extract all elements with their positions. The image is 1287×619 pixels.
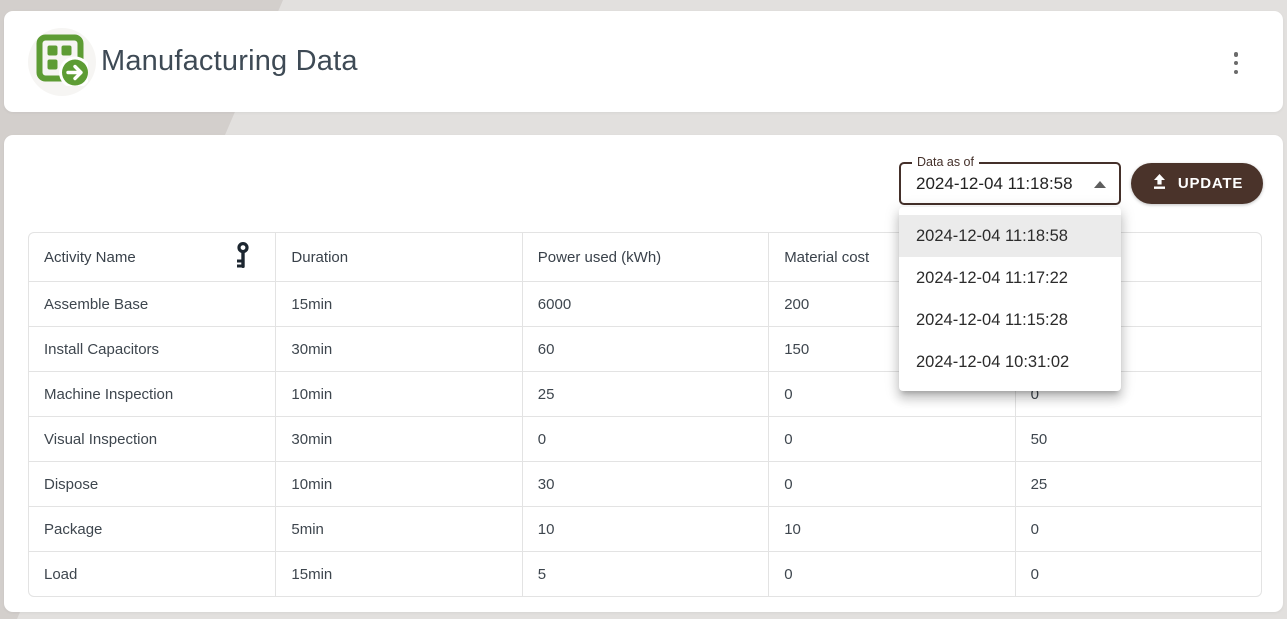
- table-cell: 6000: [522, 281, 768, 326]
- table-cell: 0: [1015, 506, 1261, 551]
- page-title: Manufacturing Data: [101, 11, 358, 112]
- update-button-label: UPDATE: [1178, 175, 1243, 192]
- building-data-arrow-icon: [36, 34, 88, 91]
- timestamp-dropdown: 2024-12-04 11:18:582024-12-04 11:17:2220…: [899, 207, 1121, 391]
- key-icon: [235, 242, 251, 273]
- data-as-of-select[interactable]: Data as of 2024-12-04 11:18:58: [899, 162, 1121, 205]
- column-header-label: Power used (kWh): [538, 249, 661, 266]
- table-cell: 0: [768, 551, 1014, 596]
- column-header-label: Activity Name: [44, 249, 136, 266]
- dropdown-option[interactable]: 2024-12-04 11:17:22: [899, 257, 1121, 299]
- kebab-menu-icon[interactable]: [1226, 52, 1246, 74]
- table-cell: Package: [29, 506, 275, 551]
- dropdown-option[interactable]: 2024-12-04 11:18:58: [899, 215, 1121, 257]
- dropdown-option[interactable]: 2024-12-04 10:31:02: [899, 341, 1121, 383]
- dropdown-option[interactable]: 2024-12-04 11:15:28: [899, 299, 1121, 341]
- table-cell: Visual Inspection: [29, 416, 275, 461]
- header-card: Manufacturing Data: [4, 11, 1283, 112]
- table-cell: 15min: [275, 281, 521, 326]
- table-cell: 5: [522, 551, 768, 596]
- table-cell: 0: [1015, 551, 1261, 596]
- table-cell: Machine Inspection: [29, 371, 275, 416]
- column-header-label: Duration: [291, 249, 348, 266]
- table-cell: Install Capacitors: [29, 326, 275, 371]
- table-cell: 30min: [275, 326, 521, 371]
- column-header[interactable]: Power used (kWh): [522, 233, 768, 281]
- table-cell: 0: [768, 461, 1014, 506]
- table-cell: Dispose: [29, 461, 275, 506]
- table-cell: 0: [522, 416, 768, 461]
- table-cell: 30: [522, 461, 768, 506]
- table-cell: 10min: [275, 371, 521, 416]
- table-cell: 5min: [275, 506, 521, 551]
- table-cell: 25: [1015, 461, 1261, 506]
- upload-icon: [1151, 173, 1168, 194]
- app-icon-background: [28, 28, 96, 96]
- column-header-label: Material cost: [784, 249, 869, 266]
- table-cell: 0: [768, 416, 1014, 461]
- chevron-up-icon: [1094, 181, 1106, 188]
- table-cell: 50: [1015, 416, 1261, 461]
- table-cell: 25: [522, 371, 768, 416]
- table-cell: Assemble Base: [29, 281, 275, 326]
- table-cell: 15min: [275, 551, 521, 596]
- table-cell: 60: [522, 326, 768, 371]
- select-value: 2024-12-04 11:18:58: [916, 164, 1073, 203]
- column-header[interactable]: Activity Name: [29, 233, 275, 281]
- table-cell: 10: [522, 506, 768, 551]
- column-header[interactable]: Duration: [275, 233, 521, 281]
- table-cell: 10: [768, 506, 1014, 551]
- update-button[interactable]: UPDATE: [1131, 163, 1263, 204]
- table-cell: Load: [29, 551, 275, 596]
- table-cell: 10min: [275, 461, 521, 506]
- table-cell: 30min: [275, 416, 521, 461]
